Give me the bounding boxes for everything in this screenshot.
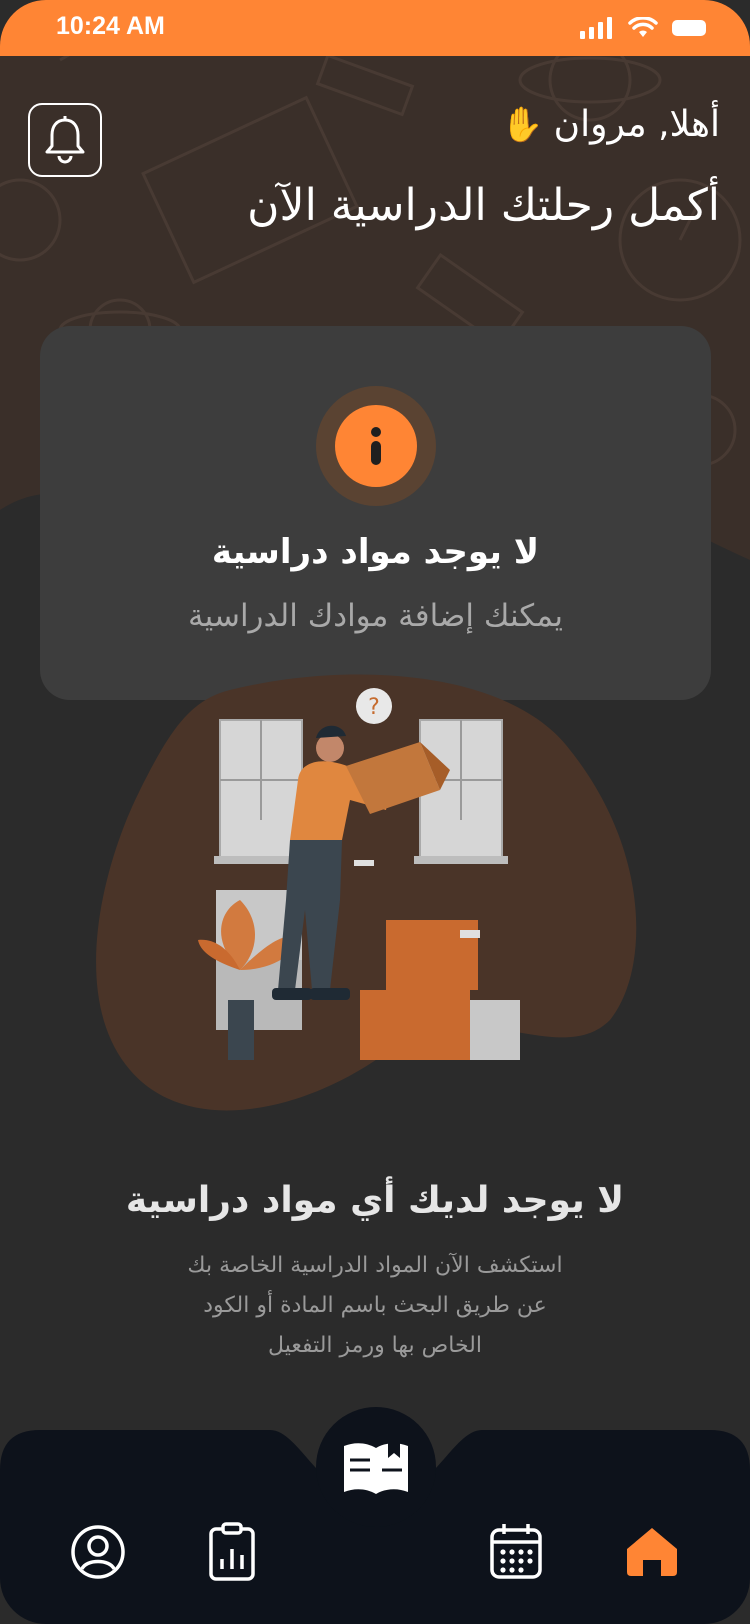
bell-icon <box>45 116 85 164</box>
nav-books-button[interactable] <box>316 1407 436 1527</box>
empty-state-title: لا يوجد لديك أي مواد دراسية <box>125 1180 625 1221</box>
waving-hand-icon: ✋ <box>501 104 544 145</box>
profile-icon <box>71 1525 125 1579</box>
empty-subjects-card: لا يوجد مواد دراسية يمكنك إضافة موادك ال… <box>40 326 711 700</box>
greeting-text: أهلا, مروان <box>553 104 720 145</box>
nav-reports-button[interactable] <box>204 1520 260 1582</box>
empty-state-line: عن طريق البحث باسم المادة أو الكود <box>203 1293 547 1318</box>
calendar-icon <box>490 1524 542 1579</box>
empty-state-line: استكشف الآن المواد الدراسية الخاصة بك <box>187 1253 563 1278</box>
empty-state-description: استكشف الآن المواد الدراسية الخاصة بك عن… <box>0 1246 750 1366</box>
info-badge <box>316 386 436 506</box>
info-icon <box>371 427 381 465</box>
report-icon <box>209 1522 255 1581</box>
empty-boxes-illustration: ? <box>96 674 637 1111</box>
nav-profile-button[interactable] <box>68 1522 128 1582</box>
nav-home-button[interactable] <box>622 1522 682 1582</box>
status-time: 10:24 AM <box>56 12 165 40</box>
page-headline: أكمل رحلتك الدراسية الآن <box>247 180 720 231</box>
card-title: لا يوجد مواد دراسية <box>211 532 540 572</box>
home-icon <box>627 1528 677 1576</box>
wifi-icon <box>628 17 658 37</box>
status-bar: 10:24 AM <box>0 0 750 56</box>
signal-icon <box>580 17 612 39</box>
greeting: أهلا, مروان ✋ <box>501 104 720 145</box>
status-icons <box>580 17 708 39</box>
nav-calendar-button[interactable] <box>488 1520 544 1582</box>
app-screen: 10:24 AM أهلا, مروان ✋ أكمل رحلتك الدراس… <box>0 0 750 1624</box>
battery-icon <box>672 20 706 36</box>
book-icon <box>344 1442 408 1494</box>
notifications-button[interactable] <box>28 103 102 177</box>
card-subtitle: يمكنك إضافة موادك الدراسية <box>188 598 563 634</box>
svg-text:?: ? <box>368 695 380 720</box>
empty-state-line: الخاص بها ورمز التفعيل <box>268 1333 482 1358</box>
